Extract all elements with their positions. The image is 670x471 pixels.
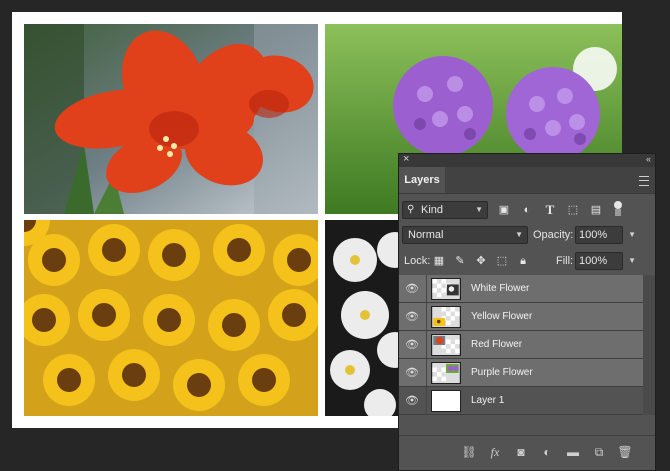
layer-thumbnail — [431, 390, 461, 412]
layers-panel[interactable]: × ‹‹ Layers ⚲ Kind ▼ ▣ ◐ T ⬚ ▤ Normal ▼ … — [398, 153, 656, 471]
eye-icon[interactable]: 👁︎ — [405, 394, 419, 408]
fill-label: Fill: — [556, 255, 574, 267]
fill-value: 100% — [579, 255, 608, 267]
filter-kind-value: Kind — [421, 204, 444, 216]
chevron-down-icon: ▼ — [475, 205, 483, 214]
fx-icon[interactable]: fx — [487, 445, 503, 459]
close-icon[interactable]: × — [403, 153, 409, 166]
layer-row-purple-flower[interactable]: 👁︎ Purple Flower — [399, 359, 643, 387]
layer-name[interactable]: Layer 1 — [471, 387, 504, 415]
red-flower-photo — [24, 24, 318, 214]
eye-icon[interactable]: 👁︎ — [405, 338, 419, 352]
lock-all-icon[interactable]: 🔒︎ — [516, 253, 530, 269]
collapse-icon[interactable]: ‹‹ — [646, 153, 651, 166]
layer-name[interactable]: Purple Flower — [471, 359, 533, 387]
opacity-value: 100% — [579, 229, 608, 241]
chevron-down-icon[interactable]: ▼ — [628, 227, 636, 243]
blend-mode-value: Normal — [408, 229, 444, 241]
layer-mask-icon[interactable]: ◙ — [513, 445, 529, 459]
lock-image-pixels-icon[interactable]: ✎ — [453, 253, 467, 269]
panel-menu-icon[interactable] — [639, 176, 649, 186]
layer-row-white-flower[interactable]: 👁︎ White Flower — [399, 275, 643, 303]
layer-row-layer-1[interactable]: 👁︎ Layer 1 — [399, 387, 643, 415]
eye-icon[interactable]: 👁︎ — [405, 310, 419, 324]
layers-scrollbar[interactable] — [643, 275, 655, 415]
adjustment-filter-icon[interactable]: ◐ — [520, 202, 534, 218]
opacity-input[interactable]: 100% ▼ — [575, 226, 636, 244]
smart-object-filter-icon[interactable]: ▤ — [589, 202, 603, 218]
tab-layers[interactable]: Layers — [399, 167, 445, 193]
fill-input[interactable]: 100% ▼ — [575, 252, 636, 270]
layer-thumbnail — [431, 306, 461, 328]
sunflower-photo — [24, 220, 318, 416]
lock-label: Lock: — [404, 255, 431, 267]
eye-icon[interactable]: 👁︎ — [405, 366, 419, 380]
layer-thumbnail — [431, 278, 461, 300]
opacity-label: Opacity: — [533, 229, 574, 241]
filter-kind-select[interactable]: ⚲ Kind ▼ — [402, 201, 488, 219]
layer-row-red-flower[interactable]: 👁︎ Red Flower — [399, 331, 643, 359]
panel-tab-row: Layers — [399, 167, 655, 194]
blend-mode-select[interactable]: Normal ▼ — [402, 226, 528, 244]
shape-filter-icon[interactable]: ⬚ — [566, 202, 580, 218]
chevron-down-icon[interactable]: ▼ — [628, 253, 636, 269]
layer-name[interactable]: White Flower — [471, 275, 529, 303]
lock-position-icon[interactable]: ✥ — [474, 253, 488, 269]
layer-row-yellow-flower[interactable]: 👁︎ Yellow Flower — [399, 303, 643, 331]
layer-thumbnail — [431, 334, 461, 356]
group-folder-icon[interactable]: ▬ — [565, 445, 581, 459]
image-filter-icon[interactable]: ▣ — [497, 202, 511, 218]
lock-artboard-icon[interactable]: ⬚ — [495, 253, 509, 269]
link-layers-icon[interactable]: ⛓︎ — [461, 445, 477, 459]
layer-name[interactable]: Yellow Flower — [471, 303, 532, 331]
chevron-down-icon: ▼ — [515, 230, 523, 239]
adjustment-layer-icon[interactable]: ◐ — [539, 445, 555, 459]
new-layer-icon[interactable]: ⧉ — [591, 445, 607, 459]
panel-titlebar[interactable]: × ‹‹ — [399, 153, 655, 167]
panel-footer: ⛓︎ fx ◙ ◐ ▬ ⧉ 🗑︎ — [399, 435, 655, 470]
filter-toggle-icon[interactable] — [614, 201, 622, 217]
layer-thumbnail — [431, 362, 461, 384]
trash-icon[interactable]: 🗑︎ — [617, 445, 633, 459]
layer-name[interactable]: Red Flower — [471, 331, 522, 359]
lock-transparent-pixels-icon[interactable]: ▦ — [432, 253, 446, 269]
eye-icon[interactable]: 👁︎ — [405, 282, 419, 296]
type-filter-icon[interactable]: T — [543, 202, 557, 218]
search-icon: ⚲ — [407, 204, 415, 215]
